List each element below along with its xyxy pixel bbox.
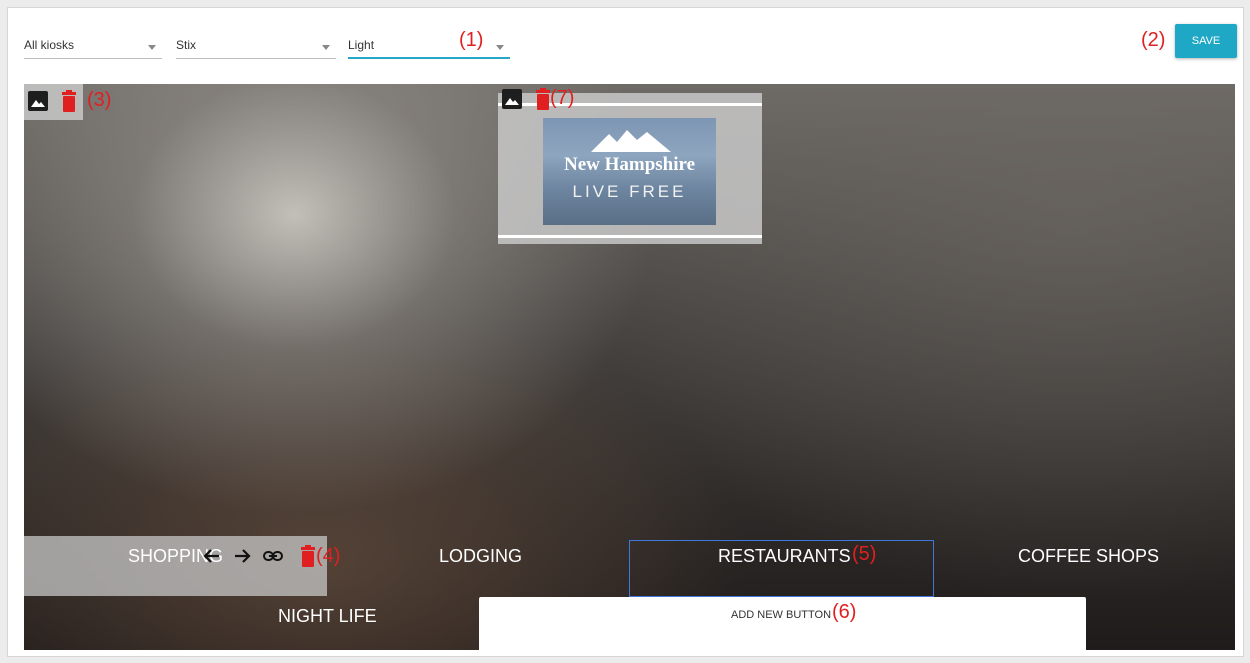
annotation-1: (1) xyxy=(459,29,484,51)
nav-button-night-life[interactable]: NIGHT LIFE xyxy=(278,606,377,627)
logo-subtitle: LIVE FREE xyxy=(572,182,687,201)
kiosk-preview: (3) New Hampshire LIVE FREE (7) SHOPPING xyxy=(24,84,1235,650)
save-button[interactable]: SAVE xyxy=(1175,24,1237,58)
nav-button-lodging[interactable]: LODGING xyxy=(439,546,522,567)
add-new-button[interactable]: ADD NEW BUTTON xyxy=(479,597,1086,650)
image-icon[interactable] xyxy=(28,91,48,111)
toolbar: All kiosks Stix Light (1) (2) SAVE xyxy=(8,8,1243,84)
chevron-down-icon xyxy=(322,45,330,50)
annotation-6: (6) xyxy=(832,601,857,623)
editor-panel: All kiosks Stix Light (1) (2) SAVE (3) N… xyxy=(7,7,1244,657)
image-icon[interactable] xyxy=(502,89,522,109)
trash-icon[interactable] xyxy=(61,90,77,112)
theme-select-value: Light xyxy=(348,38,375,52)
annotation-4: (4) xyxy=(316,545,341,567)
annotation-5: (5) xyxy=(852,543,877,565)
font-select-value: Stix xyxy=(176,38,197,52)
logo-block[interactable]: New Hampshire LIVE FREE xyxy=(498,93,762,244)
chevron-down-icon xyxy=(496,45,504,50)
mountain-logo xyxy=(591,130,671,152)
arrow-left-icon[interactable] xyxy=(202,546,222,566)
theme-select[interactable]: Light xyxy=(348,33,510,59)
add-new-button-label: ADD NEW BUTTON xyxy=(731,609,832,621)
logo-image: New Hampshire LIVE FREE xyxy=(543,118,716,225)
annotation-7: (7) xyxy=(550,87,575,109)
logo-divider-bottom xyxy=(498,235,762,238)
trash-icon[interactable] xyxy=(300,545,316,567)
logo-title: New Hampshire xyxy=(563,154,696,175)
font-select[interactable]: Stix xyxy=(176,33,336,59)
kiosk-select[interactable]: All kiosks xyxy=(24,33,162,59)
arrow-right-icon[interactable] xyxy=(232,546,252,566)
annotation-3: (3) xyxy=(87,89,112,111)
kiosk-select-value: All kiosks xyxy=(24,38,75,52)
annotation-2: (2) xyxy=(1141,29,1166,51)
chevron-down-icon xyxy=(148,45,156,50)
trash-icon[interactable] xyxy=(535,88,551,110)
nav-button-restaurants[interactable]: RESTAURANTS xyxy=(718,546,851,567)
link-icon[interactable] xyxy=(262,546,283,566)
nav-button-coffee-shops[interactable]: COFFEE SHOPS xyxy=(1018,546,1159,567)
